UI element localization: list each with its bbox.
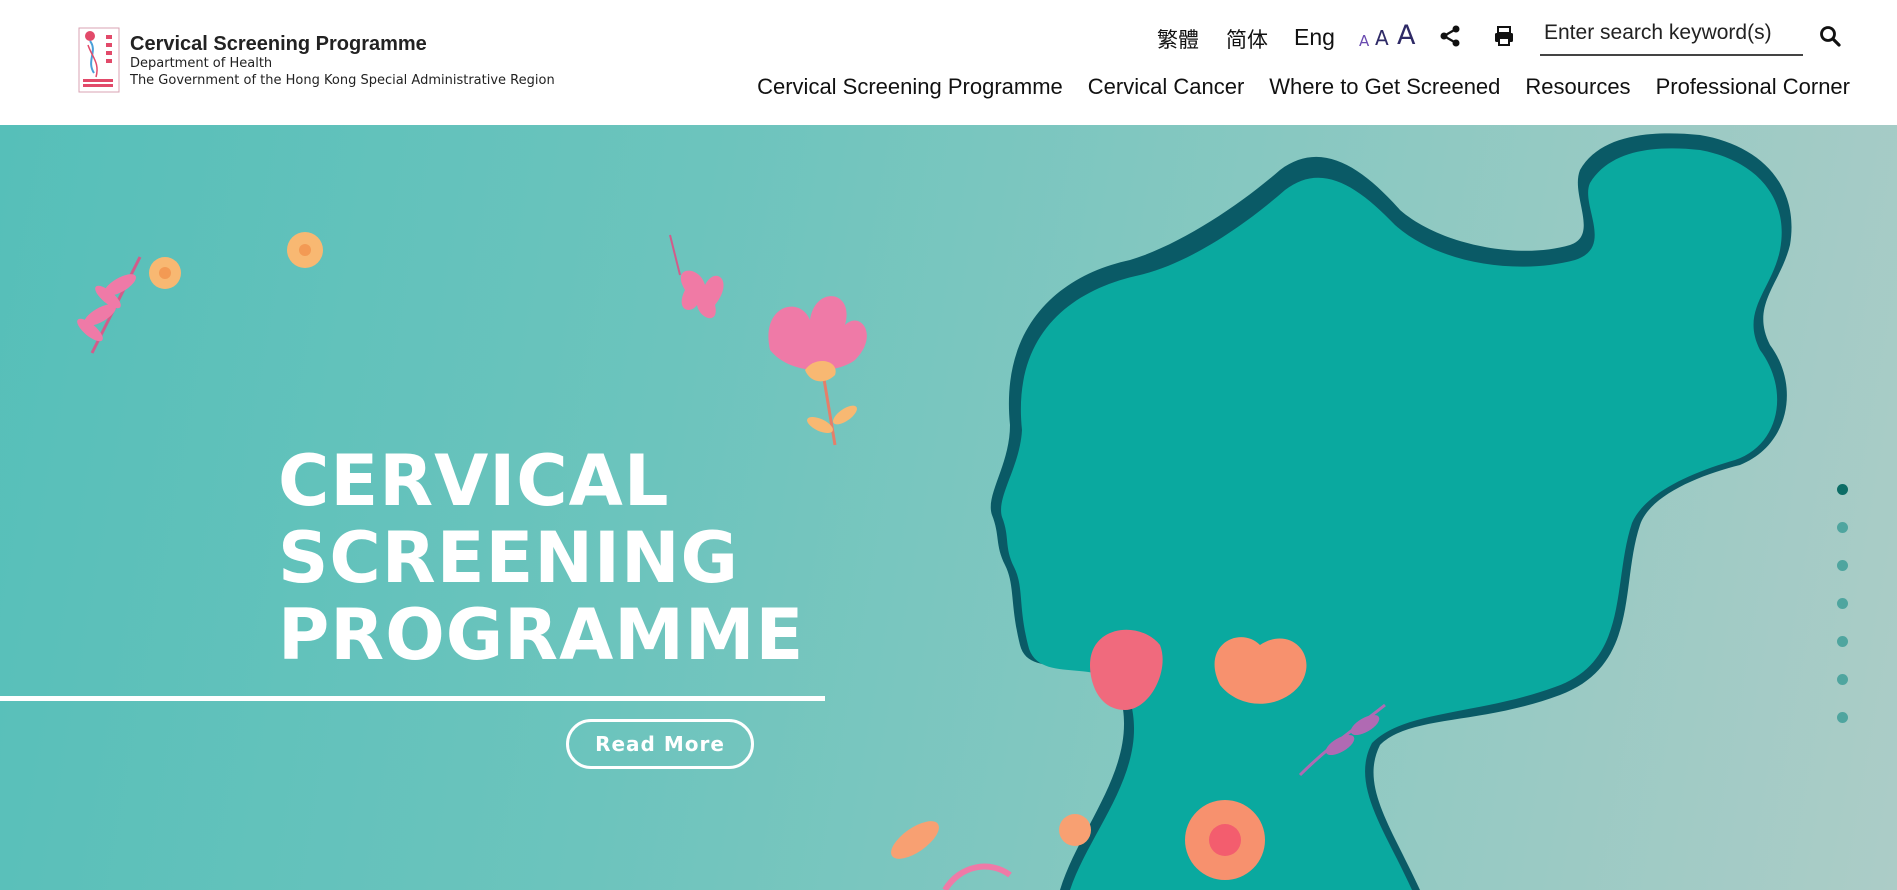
- hero-title: CERVICAL SCREENING PROGRAMME: [278, 443, 804, 674]
- nav-cervical-screening-programme[interactable]: Cervical Screening Programme: [757, 74, 1063, 104]
- font-size-large[interactable]: A: [1397, 20, 1415, 51]
- slide-dot-3[interactable]: [1837, 560, 1848, 571]
- hero-title-line: SCREENING: [278, 517, 739, 599]
- utility-bar: 繁體 简体 Eng A A A: [0, 10, 1897, 56]
- site-header: Cervical Screening Programme Department …: [0, 0, 1897, 125]
- nav-resources[interactable]: Resources: [1525, 74, 1630, 104]
- font-size-medium[interactable]: A: [1375, 26, 1389, 50]
- nav-cervical-cancer[interactable]: Cervical Cancer: [1088, 74, 1245, 104]
- nav-where-to-get-screened[interactable]: Where to Get Screened: [1269, 74, 1500, 104]
- nav-professional-corner[interactable]: Professional Corner: [1656, 74, 1850, 104]
- slide-dot-1[interactable]: [1837, 484, 1848, 495]
- language-traditional-chinese[interactable]: 繁體: [1157, 24, 1199, 54]
- main-nav: Cervical Screening Programme Cervical Ca…: [700, 74, 1850, 104]
- language-english[interactable]: Eng: [1294, 24, 1335, 51]
- language-simplified-chinese[interactable]: 简体: [1226, 24, 1268, 54]
- slide-dot-6[interactable]: [1837, 674, 1848, 685]
- read-more-button[interactable]: Read More: [566, 719, 754, 769]
- slide-dot-5[interactable]: [1837, 636, 1848, 647]
- share-icon[interactable]: [1438, 24, 1462, 48]
- slide-dot-7[interactable]: [1837, 712, 1848, 723]
- leaf-sprig-decoration: [77, 256, 142, 354]
- font-size-small[interactable]: A: [1359, 32, 1369, 50]
- hero-title-line: CERVICAL: [278, 440, 670, 522]
- small-flower-decoration: [149, 232, 323, 289]
- hero-title-line: PROGRAMME: [278, 594, 805, 676]
- slide-dot-4[interactable]: [1837, 598, 1848, 609]
- search-icon[interactable]: [1818, 24, 1842, 48]
- pink-flower-decoration: [768, 296, 867, 446]
- slide-pagination: [1837, 484, 1849, 750]
- hero-banner: CERVICAL SCREENING PROGRAMME Read More: [0, 125, 1897, 890]
- hero-divider: [0, 696, 825, 701]
- search-box: [1540, 18, 1803, 56]
- woman-silhouette: [990, 133, 1792, 890]
- print-icon[interactable]: [1492, 24, 1516, 48]
- logo-government: The Government of the Hong Kong Special …: [130, 73, 555, 88]
- logo-department: Department of Health: [130, 56, 273, 71]
- search-input[interactable]: [1540, 18, 1803, 48]
- butterfly-decoration: [669, 234, 724, 319]
- slide-dot-2[interactable]: [1837, 522, 1848, 533]
